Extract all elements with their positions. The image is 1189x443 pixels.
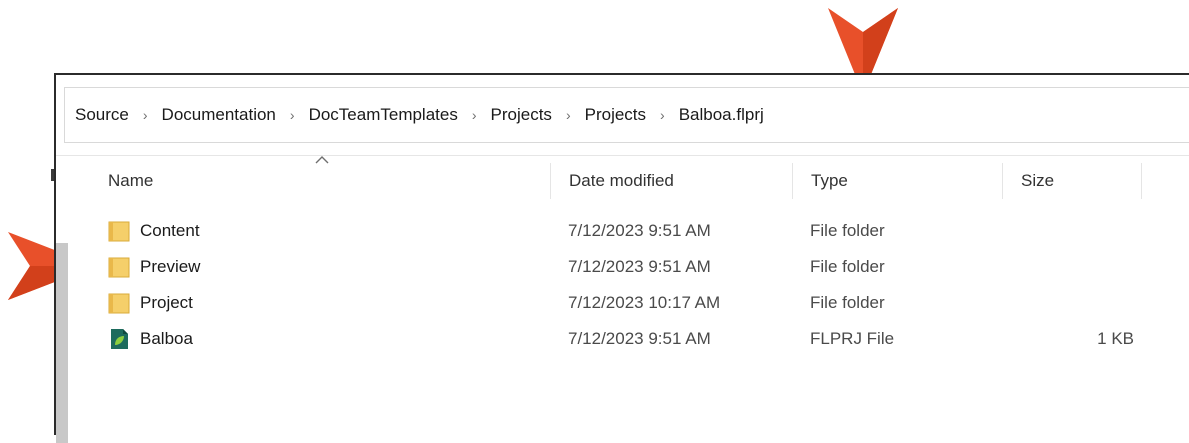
- folder-icon: [108, 257, 130, 278]
- file-name: Content: [140, 221, 200, 240]
- address-bar[interactable]: Source › Documentation › DocTeamTemplate…: [64, 87, 1189, 143]
- file-row-content[interactable]: Content 7/12/2023 9:51 AM File folder: [90, 213, 1156, 249]
- chevron-right-icon[interactable]: ›: [143, 107, 148, 123]
- file-type: File folder: [810, 257, 885, 276]
- file-row-balboa[interactable]: Balboa 7/12/2023 9:51 AM FLPRJ File 1 KB: [90, 321, 1156, 357]
- splitter-tick[interactable]: [51, 169, 54, 181]
- file-type: File folder: [810, 293, 885, 312]
- breadcrumb-source[interactable]: Source: [75, 105, 129, 125]
- column-header-size[interactable]: Size: [1002, 163, 1142, 199]
- flprj-file-icon: [111, 329, 128, 349]
- column-header-date-modified[interactable]: Date modified: [550, 163, 792, 199]
- navigation-pane-scrollbar[interactable]: [56, 243, 68, 443]
- file-name: Balboa: [140, 329, 193, 348]
- file-date: 7/12/2023 9:51 AM: [568, 257, 711, 276]
- file-type: File folder: [810, 221, 885, 240]
- breadcrumb-balboa-flprj[interactable]: Balboa.flprj: [679, 105, 764, 125]
- file-date: 7/12/2023 10:17 AM: [568, 293, 721, 312]
- file-size: 1 KB: [1097, 329, 1134, 348]
- folder-icon: [108, 221, 130, 242]
- breadcrumb-projects[interactable]: Projects: [491, 105, 552, 125]
- file-row-project[interactable]: Project 7/12/2023 10:17 AM File folder: [90, 285, 1156, 321]
- column-header-name[interactable]: Name: [90, 163, 550, 199]
- column-header-row: Name Date modified Type Size: [90, 163, 1156, 199]
- chevron-right-icon[interactable]: ›: [472, 107, 477, 123]
- file-name: Preview: [140, 257, 201, 276]
- file-type: FLPRJ File: [810, 329, 895, 348]
- file-list: Content 7/12/2023 9:51 AM File folder Pr…: [90, 213, 1156, 357]
- file-explorer-window: Source › Documentation › DocTeamTemplate…: [51, 73, 1189, 443]
- breadcrumb-docteamtemplates[interactable]: DocTeamTemplates: [309, 105, 458, 125]
- chevron-right-icon[interactable]: ›: [566, 107, 571, 123]
- toolbar-divider: [56, 155, 1189, 156]
- breadcrumb-projects-2[interactable]: Projects: [585, 105, 646, 125]
- folder-icon: [108, 293, 130, 314]
- file-name: Project: [140, 293, 193, 312]
- column-header-type[interactable]: Type: [792, 163, 1002, 199]
- file-date: 7/12/2023 9:51 AM: [568, 329, 711, 348]
- breadcrumb-documentation[interactable]: Documentation: [162, 105, 276, 125]
- chevron-right-icon[interactable]: ›: [660, 107, 665, 123]
- chevron-right-icon[interactable]: ›: [290, 107, 295, 123]
- file-date: 7/12/2023 9:51 AM: [568, 221, 711, 240]
- file-row-preview[interactable]: Preview 7/12/2023 9:51 AM File folder: [90, 249, 1156, 285]
